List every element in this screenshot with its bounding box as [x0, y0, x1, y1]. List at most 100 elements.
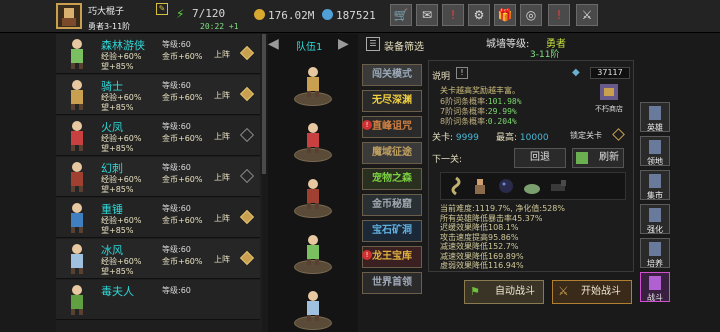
- hero-deploy-toggle[interactable]: [239, 127, 255, 143]
- refresh-icon: [576, 152, 588, 164]
- swords-icon[interactable]: ⚔: [576, 4, 598, 26]
- side-nav-label: 英雄: [647, 123, 663, 132]
- team-member[interactable]: [298, 120, 328, 154]
- mode-button[interactable]: 无尽深渊: [362, 90, 422, 112]
- player-name: 巧大棍子: [88, 7, 125, 17]
- team-member[interactable]: [298, 288, 328, 322]
- enemy-serpent-icon: [451, 176, 461, 196]
- hero-row[interactable]: 火凤 等级:60 经验+60% 望+85% 金币+60% 上阵: [56, 116, 260, 156]
- side-nav-label: 培养: [647, 259, 663, 268]
- hero-fame-bonus: 望+85%: [101, 103, 134, 112]
- equipment-filter-label[interactable]: 装备筛选: [384, 38, 424, 53]
- mode-button[interactable]: 金币秘窟: [362, 194, 422, 216]
- hero-deploy-label[interactable]: 上阵: [214, 254, 230, 265]
- hero-deploy-label[interactable]: 上阵: [214, 213, 230, 224]
- description-label: 说明: [432, 72, 451, 82]
- alert-icon[interactable]: !: [442, 4, 464, 26]
- player-rank: 勇者3-11阶: [88, 22, 131, 31]
- drop-rate-value: 29.99%: [487, 107, 517, 116]
- filter-icon[interactable]: ☰: [366, 37, 380, 51]
- difficulty-stat-row: 虚弱效果降低116.94%: [440, 261, 524, 270]
- hero-level: 等级:60: [162, 245, 191, 254]
- hero-fame-bonus: 望+85%: [101, 226, 134, 235]
- energy-value: 7/120: [192, 7, 226, 20]
- shop-cart-icon[interactable]: 🛒: [390, 4, 412, 26]
- hero-avatar: [62, 77, 92, 111]
- wheel-icon[interactable]: ◎: [520, 4, 542, 26]
- hero-gold-bonus: 金币+60%: [162, 175, 203, 184]
- hero-deploy-label[interactable]: 上阵: [214, 49, 230, 60]
- hero-avatar: [62, 36, 92, 70]
- hero-row[interactable]: 冰风 等级:60 经验+60% 望+85% 金币+60% 上阵: [56, 239, 260, 279]
- hero-level: 等级:60: [162, 286, 191, 295]
- hero-list[interactable]: 森林游侠 等级:60 经验+60% 望+85% 金币+60% 上阵 骑士 等级:60 经验+60…: [56, 34, 262, 332]
- info-icon[interactable]: !: [456, 67, 468, 79]
- return-button[interactable]: 回退: [514, 148, 566, 168]
- drop-rate-label: 8阶词条概率:: [440, 117, 488, 126]
- mode-button[interactable]: 世界首领: [362, 272, 422, 294]
- hero-deploy-toggle[interactable]: [239, 250, 255, 266]
- alert-icon-2[interactable]: !: [548, 4, 570, 26]
- player-avatar[interactable]: [56, 3, 82, 29]
- hero-gold-bonus: 金币+60%: [162, 216, 203, 225]
- hero-level: 等级:60: [162, 40, 191, 49]
- hero-deploy-toggle[interactable]: [239, 86, 255, 102]
- alert-badge-icon: !: [362, 120, 372, 130]
- team-member[interactable]: [298, 232, 328, 266]
- hero-avatar: [62, 159, 92, 193]
- team-member[interactable]: [298, 64, 328, 98]
- ticket-icon: ◆: [572, 67, 580, 78]
- team-next-arrow[interactable]: ▶: [338, 35, 356, 53]
- enemy-warrior-icon: [475, 179, 485, 194]
- gold-value: 176.02M: [268, 9, 315, 22]
- hero-fame-bonus: 望+85%: [101, 144, 134, 153]
- gift-icon[interactable]: 🎁: [494, 4, 516, 26]
- energy-timer: 20:22 +1: [200, 22, 239, 31]
- enemy-slime-icon: [524, 184, 540, 194]
- mode-button[interactable]: 宠物之森: [362, 168, 422, 190]
- hero-avatar: [62, 118, 92, 152]
- hero-row[interactable]: 重锤 等级:60 经验+60% 望+85% 金币+60% 上阵: [56, 198, 260, 238]
- hero-row[interactable]: 幻刺 等级:60 经验+60% 望+85% 金币+60% 上阵: [56, 157, 260, 197]
- side-nav-label: 领地: [647, 157, 663, 166]
- description-text: 关卡越高奖励越丰富。: [440, 86, 520, 95]
- gold-coin-icon: [254, 9, 265, 20]
- hero-fame-bonus: 望+85%: [101, 62, 134, 71]
- mode-button[interactable]: 宝石矿洞: [362, 220, 422, 242]
- edit-name-icon[interactable]: ✎: [156, 3, 168, 15]
- hero-deploy-toggle[interactable]: [239, 168, 255, 184]
- hero-fame-bonus: 望+85%: [101, 267, 134, 276]
- hero-deploy-label[interactable]: 上阵: [214, 131, 230, 142]
- hero-name: 毒夫人: [101, 285, 134, 298]
- hero-row[interactable]: 毒夫人 等级:60: [56, 280, 260, 320]
- team-label: 队伍1: [296, 42, 323, 53]
- drop-rate-value: 101.98%: [487, 97, 522, 106]
- energy-icon: ⚡: [176, 7, 185, 21]
- city-wall-label: 城墙等级:: [486, 39, 530, 50]
- hero-deploy-label[interactable]: 上阵: [214, 172, 230, 183]
- team-member[interactable]: [298, 176, 328, 210]
- lock-stage-label: 锁定关卡: [570, 131, 602, 140]
- gear-icon[interactable]: ⚙: [468, 4, 490, 26]
- mode-button[interactable]: 闯关模式: [362, 64, 422, 86]
- mode-button[interactable]: 魔域征途: [362, 142, 422, 164]
- flag-icon: ⚑: [470, 285, 480, 298]
- hero-row[interactable]: 骑士 等级:60 经验+60% 望+85% 金币+60% 上阵: [56, 75, 260, 115]
- max-stage-row: 最高: 10000: [496, 130, 549, 143]
- team-prev-arrow[interactable]: ◀: [268, 35, 286, 53]
- crossed-swords-icon: ⚔: [558, 284, 569, 298]
- hero-avatar: [62, 200, 92, 234]
- hero-level: 等级:60: [162, 81, 191, 90]
- mail-icon[interactable]: ✉: [416, 4, 438, 26]
- hero-avatar: [62, 241, 92, 275]
- ticket-count: 37117: [590, 67, 630, 79]
- hero-deploy-label[interactable]: 上阵: [214, 90, 230, 101]
- drop-rate-label: 6阶词条概率:: [440, 97, 488, 106]
- stage-value: 9999: [455, 133, 479, 143]
- hero-list-scrollbar[interactable]: [262, 34, 266, 174]
- hero-row[interactable]: 森林游侠 等级:60 经验+60% 望+85% 金币+60% 上阵: [56, 34, 260, 74]
- hero-deploy-toggle[interactable]: [239, 45, 255, 61]
- hero-gold-bonus: 金币+60%: [162, 257, 203, 266]
- hero-deploy-toggle[interactable]: [239, 209, 255, 225]
- hero-level: 等级:60: [162, 122, 191, 131]
